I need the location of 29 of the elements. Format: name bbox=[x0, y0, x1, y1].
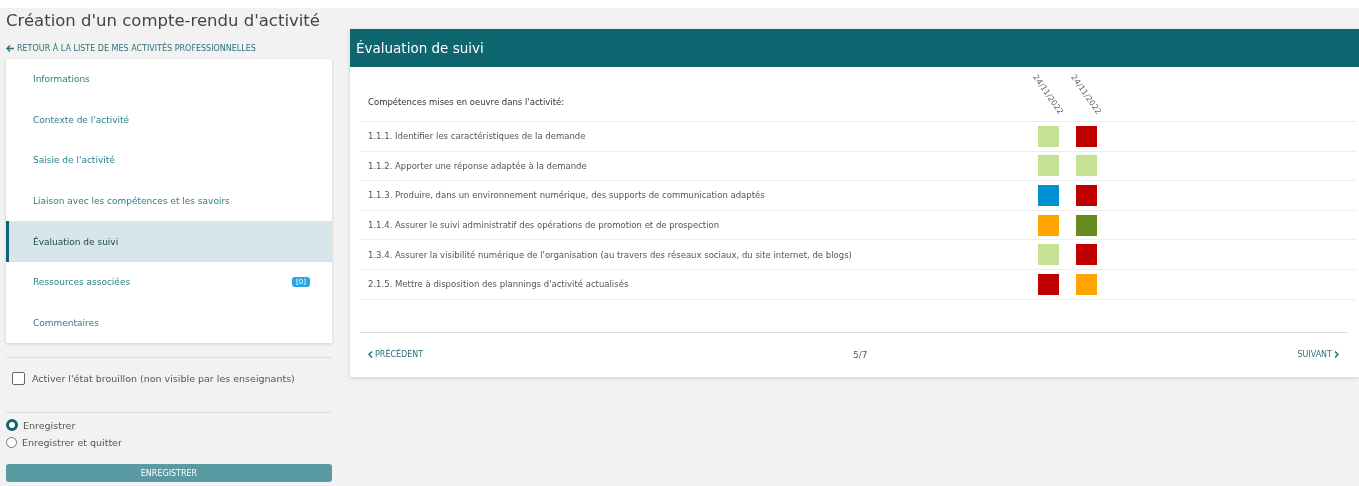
left-arrow-icon bbox=[6, 44, 14, 52]
competence-label: 2.1.5. Mettre à disposition des plannings d'activité actualisés bbox=[367, 279, 630, 290]
back-link[interactable]: RETOUR À LA LISTE DE MES ACTIVITÉS PROFESSIONNELLES bbox=[6, 37, 332, 59]
competence-label: 1.1.1. Identifier les caractéristiques de la demande bbox=[367, 131, 587, 142]
save-button[interactable]: ENREGISTRER bbox=[6, 464, 332, 483]
panel-title: Évaluation de suivi bbox=[356, 40, 484, 56]
competence-label: 1.1.3. Produire, dans un environnement numérique, des supports de communication adaptés bbox=[367, 190, 766, 201]
previous-link[interactable]: PRÉCÉDENT bbox=[368, 350, 424, 360]
radio-button[interactable] bbox=[6, 437, 17, 449]
sidebar-item[interactable]: Informations bbox=[6, 59, 332, 100]
draft-checkbox[interactable] bbox=[12, 371, 25, 385]
competence-label: 1.3.4. Assurer la visibilité numérique de l'organisation (au travers des réseaux sociaux, du site internet, de blogs) bbox=[367, 249, 853, 260]
section-heading: Compétences mises en oeuvre dans l'activité: bbox=[367, 96, 566, 107]
sidebar-item[interactable]: Évaluation de suivi bbox=[6, 221, 332, 262]
radio-button[interactable] bbox=[6, 419, 18, 432]
page-title: Création d'un compte-rendu d'activité bbox=[6, 10, 321, 32]
competence-label: 1.1.2. Apporter une réponse adaptée à la demande bbox=[367, 160, 588, 171]
next-link[interactable]: SUIVANT bbox=[1297, 350, 1339, 360]
chevron-left-icon bbox=[368, 351, 373, 359]
chevron-right-icon bbox=[1334, 351, 1339, 359]
sidebar-item[interactable]: Saisie de l'activité bbox=[6, 140, 332, 181]
page-indicator: 5/7 bbox=[853, 349, 868, 360]
sidebar-item[interactable]: Commentaires bbox=[6, 302, 332, 344]
radio-label: Enregistrer bbox=[23, 419, 76, 431]
sidebar-item[interactable]: Contexte de l'activité bbox=[6, 99, 332, 141]
checkbox-label: Activer l'état brouillon (non visible par les enseignants) bbox=[32, 372, 295, 384]
radio-label: Enregistrer et quitter bbox=[22, 437, 122, 449]
competence-label: 1.1.4. Assurer le suivi administratif des opérations de promotion et de prospection bbox=[367, 220, 721, 231]
sidebar-item[interactable]: Liaison avec les compétences et les savoirs bbox=[6, 180, 332, 222]
